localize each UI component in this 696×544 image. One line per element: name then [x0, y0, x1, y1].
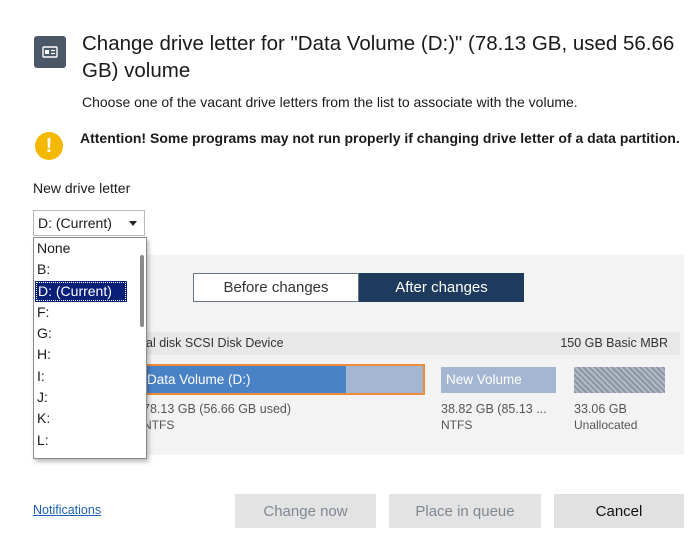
- drive-letter-icon: [34, 36, 66, 68]
- partition-fs: NTFS: [441, 418, 473, 432]
- chevron-down-icon: [129, 221, 137, 226]
- drive-letter-option[interactable]: None: [34, 238, 134, 259]
- drive-letter-select[interactable]: D: (Current): [33, 210, 145, 236]
- partition-unallocated[interactable]: [574, 367, 665, 393]
- drive-letter-option[interactable]: B:: [34, 259, 134, 280]
- drive-letter-options-list[interactable]: None B: D: (Current) F: G: H: I: J: K: L…: [33, 237, 147, 459]
- partition-size: 38.82 GB (85.13 ...: [441, 402, 547, 416]
- new-drive-letter-label: New drive letter: [33, 180, 131, 196]
- drive-letter-option-selected[interactable]: D: (Current): [35, 280, 127, 302]
- drive-letter-option[interactable]: L:: [34, 430, 134, 451]
- notifications-link[interactable]: Notifications: [33, 503, 101, 517]
- partition-size: 78.13 GB (56.66 GB used): [143, 402, 292, 416]
- partition-fs: Unallocated: [574, 418, 638, 432]
- partition-new-volume[interactable]: New Volume: [441, 367, 556, 393]
- tab-after-changes[interactable]: After changes: [359, 273, 524, 302]
- cancel-button[interactable]: Cancel: [554, 494, 684, 528]
- drive-letter-option[interactable]: K:: [34, 408, 134, 429]
- change-now-button[interactable]: Change now: [235, 494, 376, 528]
- drive-letter-option[interactable]: F:: [34, 302, 134, 323]
- partition-label: New Volume: [446, 372, 522, 387]
- drive-letter-option[interactable]: I:: [34, 366, 134, 387]
- drive-letter-selected-value: D: (Current): [38, 215, 112, 231]
- drive-letter-option[interactable]: J:: [34, 387, 134, 408]
- partition-size: 33.06 GB: [574, 402, 627, 416]
- warning-icon: !: [35, 132, 63, 160]
- dialog-subtitle: Choose one of the vacant drive letters f…: [82, 94, 578, 110]
- dropdown-scrollbar[interactable]: [140, 255, 144, 327]
- tab-before-changes[interactable]: Before changes: [193, 273, 359, 302]
- dialog-title: Change drive letter for "Data Volume (D:…: [82, 32, 675, 82]
- disk-name: al disk SCSI Disk Device: [146, 336, 284, 350]
- warning-text: Attention! Some programs may not run pro…: [80, 130, 680, 146]
- place-in-queue-button[interactable]: Place in queue: [389, 494, 541, 528]
- partition-label: Data Volume (D:): [147, 372, 251, 387]
- partition-data-volume[interactable]: Data Volume (D:): [140, 364, 425, 395]
- drive-letter-option[interactable]: G:: [34, 323, 134, 344]
- disk-info: 150 GB Basic MBR: [560, 336, 668, 350]
- partition-fs: NTFS: [143, 418, 175, 432]
- change-drive-letter-dialog: Change drive letter for "Data Volume (D:…: [0, 0, 696, 544]
- drive-letter-option[interactable]: H:: [34, 344, 134, 365]
